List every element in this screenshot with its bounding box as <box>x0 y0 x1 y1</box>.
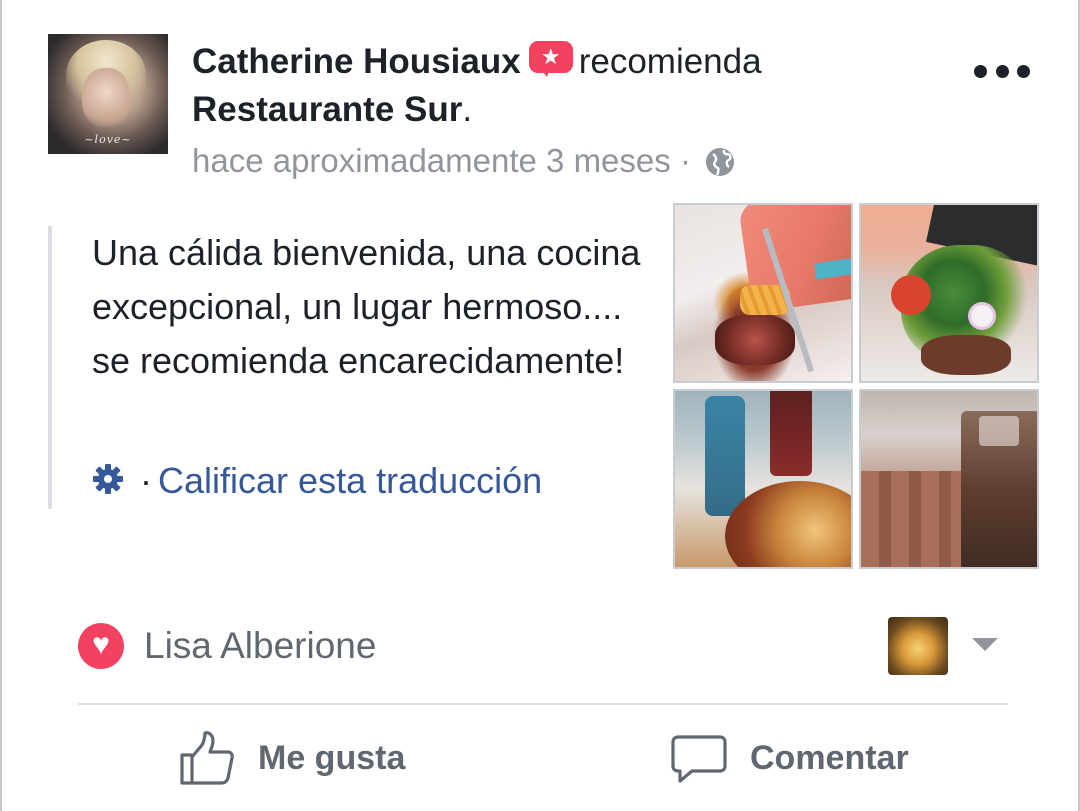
avatar-signature: ~love~ <box>84 133 132 146</box>
recommendation-post: ~love~ Catherine Housiaux ★ recomienda Res… <box>0 0 1080 811</box>
rate-translation-row: · Calificar esta traducción <box>90 456 542 506</box>
more-dot <box>974 64 987 78</box>
divider <box>78 703 1008 705</box>
post-meta: hace aproximadamente 3 meses · <box>192 138 736 184</box>
thumbs-up-icon <box>180 731 234 785</box>
page-name-link[interactable]: Restaurante Sur <box>192 90 462 129</box>
like-label: Me gusta <box>258 738 406 777</box>
rate-separator: · <box>140 460 153 501</box>
love-reaction-icon <box>78 623 124 669</box>
photo-grid <box>673 203 1039 569</box>
recommend-verb: recomienda <box>578 42 762 81</box>
photo-salad-plate[interactable] <box>859 203 1039 383</box>
more-dot <box>995 64 1009 78</box>
post-timestamp[interactable]: hace aproximadamente 3 meses <box>192 142 671 179</box>
like-button[interactable]: Me gusta <box>178 728 405 788</box>
gear-icon[interactable] <box>90 461 126 497</box>
author-avatar[interactable]: ~love~ <box>48 34 168 154</box>
review-text: Una cálida bienvenida, una cocina excepc… <box>92 232 641 381</box>
comment-bubble-icon <box>671 735 727 783</box>
more-options-icon[interactable] <box>974 56 1030 86</box>
recommend-star-icon: ★ <box>528 41 573 77</box>
comment-label: Comentar <box>750 738 909 777</box>
photo-drinks-dish[interactable] <box>673 389 853 569</box>
page-suffix: . <box>462 90 473 129</box>
globe-icon[interactable] <box>704 146 736 178</box>
photo-steak-fries[interactable] <box>673 203 853 383</box>
viewer-avatar-thumbnail[interactable] <box>888 617 948 675</box>
post-header-text: Catherine Housiaux ★ recomienda Restaurant… <box>192 38 932 134</box>
reactor-name: Lisa Alberione <box>144 625 377 666</box>
quote-bar <box>48 226 52 509</box>
more-dot <box>1017 64 1030 78</box>
rate-translation-link[interactable]: Calificar esta traducción <box>158 460 542 501</box>
comment-button[interactable]: Comentar <box>670 728 909 788</box>
reaction-summary[interactable]: Lisa Alberione <box>78 622 376 670</box>
chevron-down-icon[interactable] <box>972 638 998 651</box>
photo-iced-drink[interactable] <box>859 389 1039 569</box>
author-name-link[interactable]: Catherine Housiaux <box>192 42 521 81</box>
avatar-face <box>82 68 130 128</box>
meta-separator: · <box>679 142 691 179</box>
